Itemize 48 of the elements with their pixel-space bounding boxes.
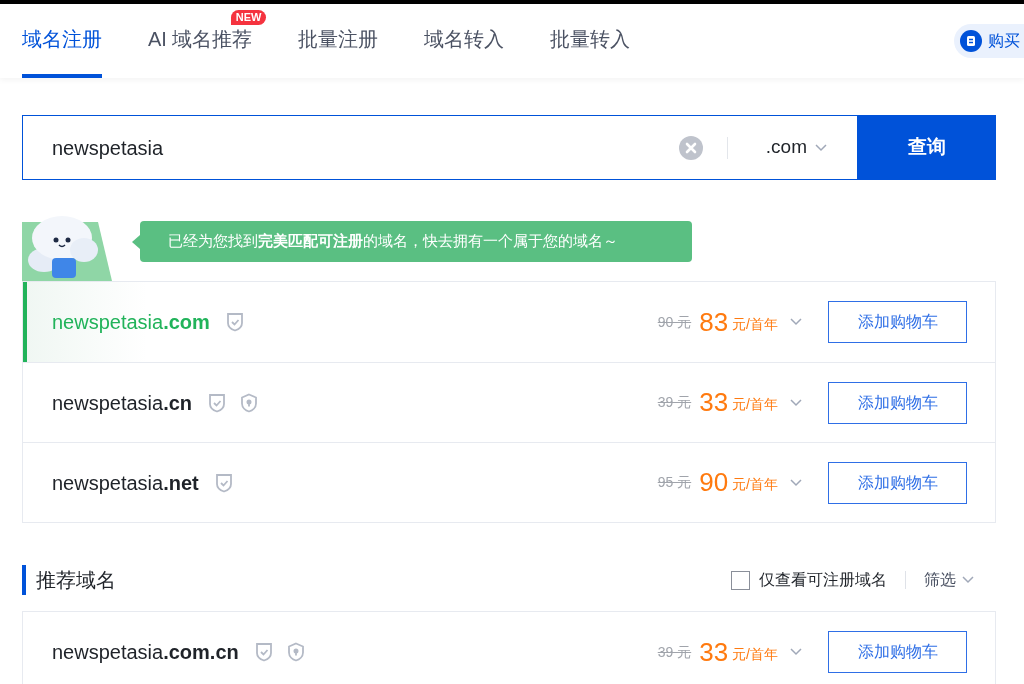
add-to-cart-button[interactable]: 添加购物车 — [828, 381, 967, 424]
tld-dropdown[interactable]: .com — [765, 133, 827, 162]
shield-check-icon — [254, 642, 273, 662]
original-price: 90 元 — [657, 312, 692, 332]
domain-name: newspetasia.net — [52, 470, 199, 496]
section-marker — [22, 565, 26, 595]
nav-tab[interactable]: 域名注册 — [22, 4, 102, 78]
buy-button[interactable]: 购买 — [954, 24, 1024, 58]
shield-lock-icon — [240, 392, 259, 413]
shield-lock-icon — [286, 642, 305, 662]
add-to-cart-button[interactable]: 添加购物车 — [828, 461, 967, 504]
shield-check-icon — [225, 312, 244, 332]
document-icon — [960, 30, 982, 52]
section-title: 推荐域名 — [36, 568, 116, 593]
available-only-checkbox[interactable]: 仅查看可注册域名 — [731, 568, 887, 592]
caret-icon[interactable] — [790, 318, 802, 326]
original-price: 39 元 — [657, 642, 692, 662]
add-to-cart-button[interactable]: 添加购物车 — [828, 631, 967, 673]
caret-icon[interactable] — [790, 478, 802, 487]
price: 90 — [699, 466, 729, 499]
price: 33 — [699, 635, 729, 669]
clear-icon[interactable] — [678, 135, 703, 160]
search-field[interactable]: newspetasia .com — [22, 115, 857, 180]
domain-name: newspetasia.cn — [52, 390, 193, 416]
caret-icon[interactable] — [790, 398, 802, 407]
filter-dropdown[interactable]: 筛选 — [924, 568, 974, 592]
new-badge: NEW — [230, 10, 267, 25]
price: 33 — [699, 386, 729, 419]
domain-name: newspetasia.com.cn — [52, 640, 239, 665]
price-unit: 元/首年 — [732, 395, 778, 414]
caret-icon[interactable] — [815, 143, 827, 152]
price: 83 — [699, 305, 729, 339]
nav-tab[interactable]: 批量转入 — [550, 4, 631, 78]
price-unit: 元/首年 — [732, 644, 778, 664]
original-price: 39 元 — [657, 393, 692, 412]
original-price: 95 元 — [657, 473, 692, 492]
domain-name: newspetasia.com — [52, 310, 210, 335]
caret-icon[interactable] — [790, 648, 802, 656]
nav-tab[interactable]: 域名转入 — [424, 4, 505, 78]
caret-icon[interactable] — [962, 576, 974, 584]
add-to-cart-button[interactable]: 添加购物车 — [828, 301, 967, 343]
shield-check-icon — [208, 392, 227, 413]
nav-tab[interactable]: 批量注册 — [298, 4, 379, 78]
search-button[interactable]: 查询 — [857, 115, 996, 180]
match-notice: 已经为您找到完美匹配可注册的域名，快去拥有一个属于您的域名～ — [132, 221, 692, 262]
price-unit: 元/首年 — [732, 314, 778, 334]
price-unit: 元/首年 — [732, 475, 778, 494]
shield-check-icon — [214, 472, 233, 493]
